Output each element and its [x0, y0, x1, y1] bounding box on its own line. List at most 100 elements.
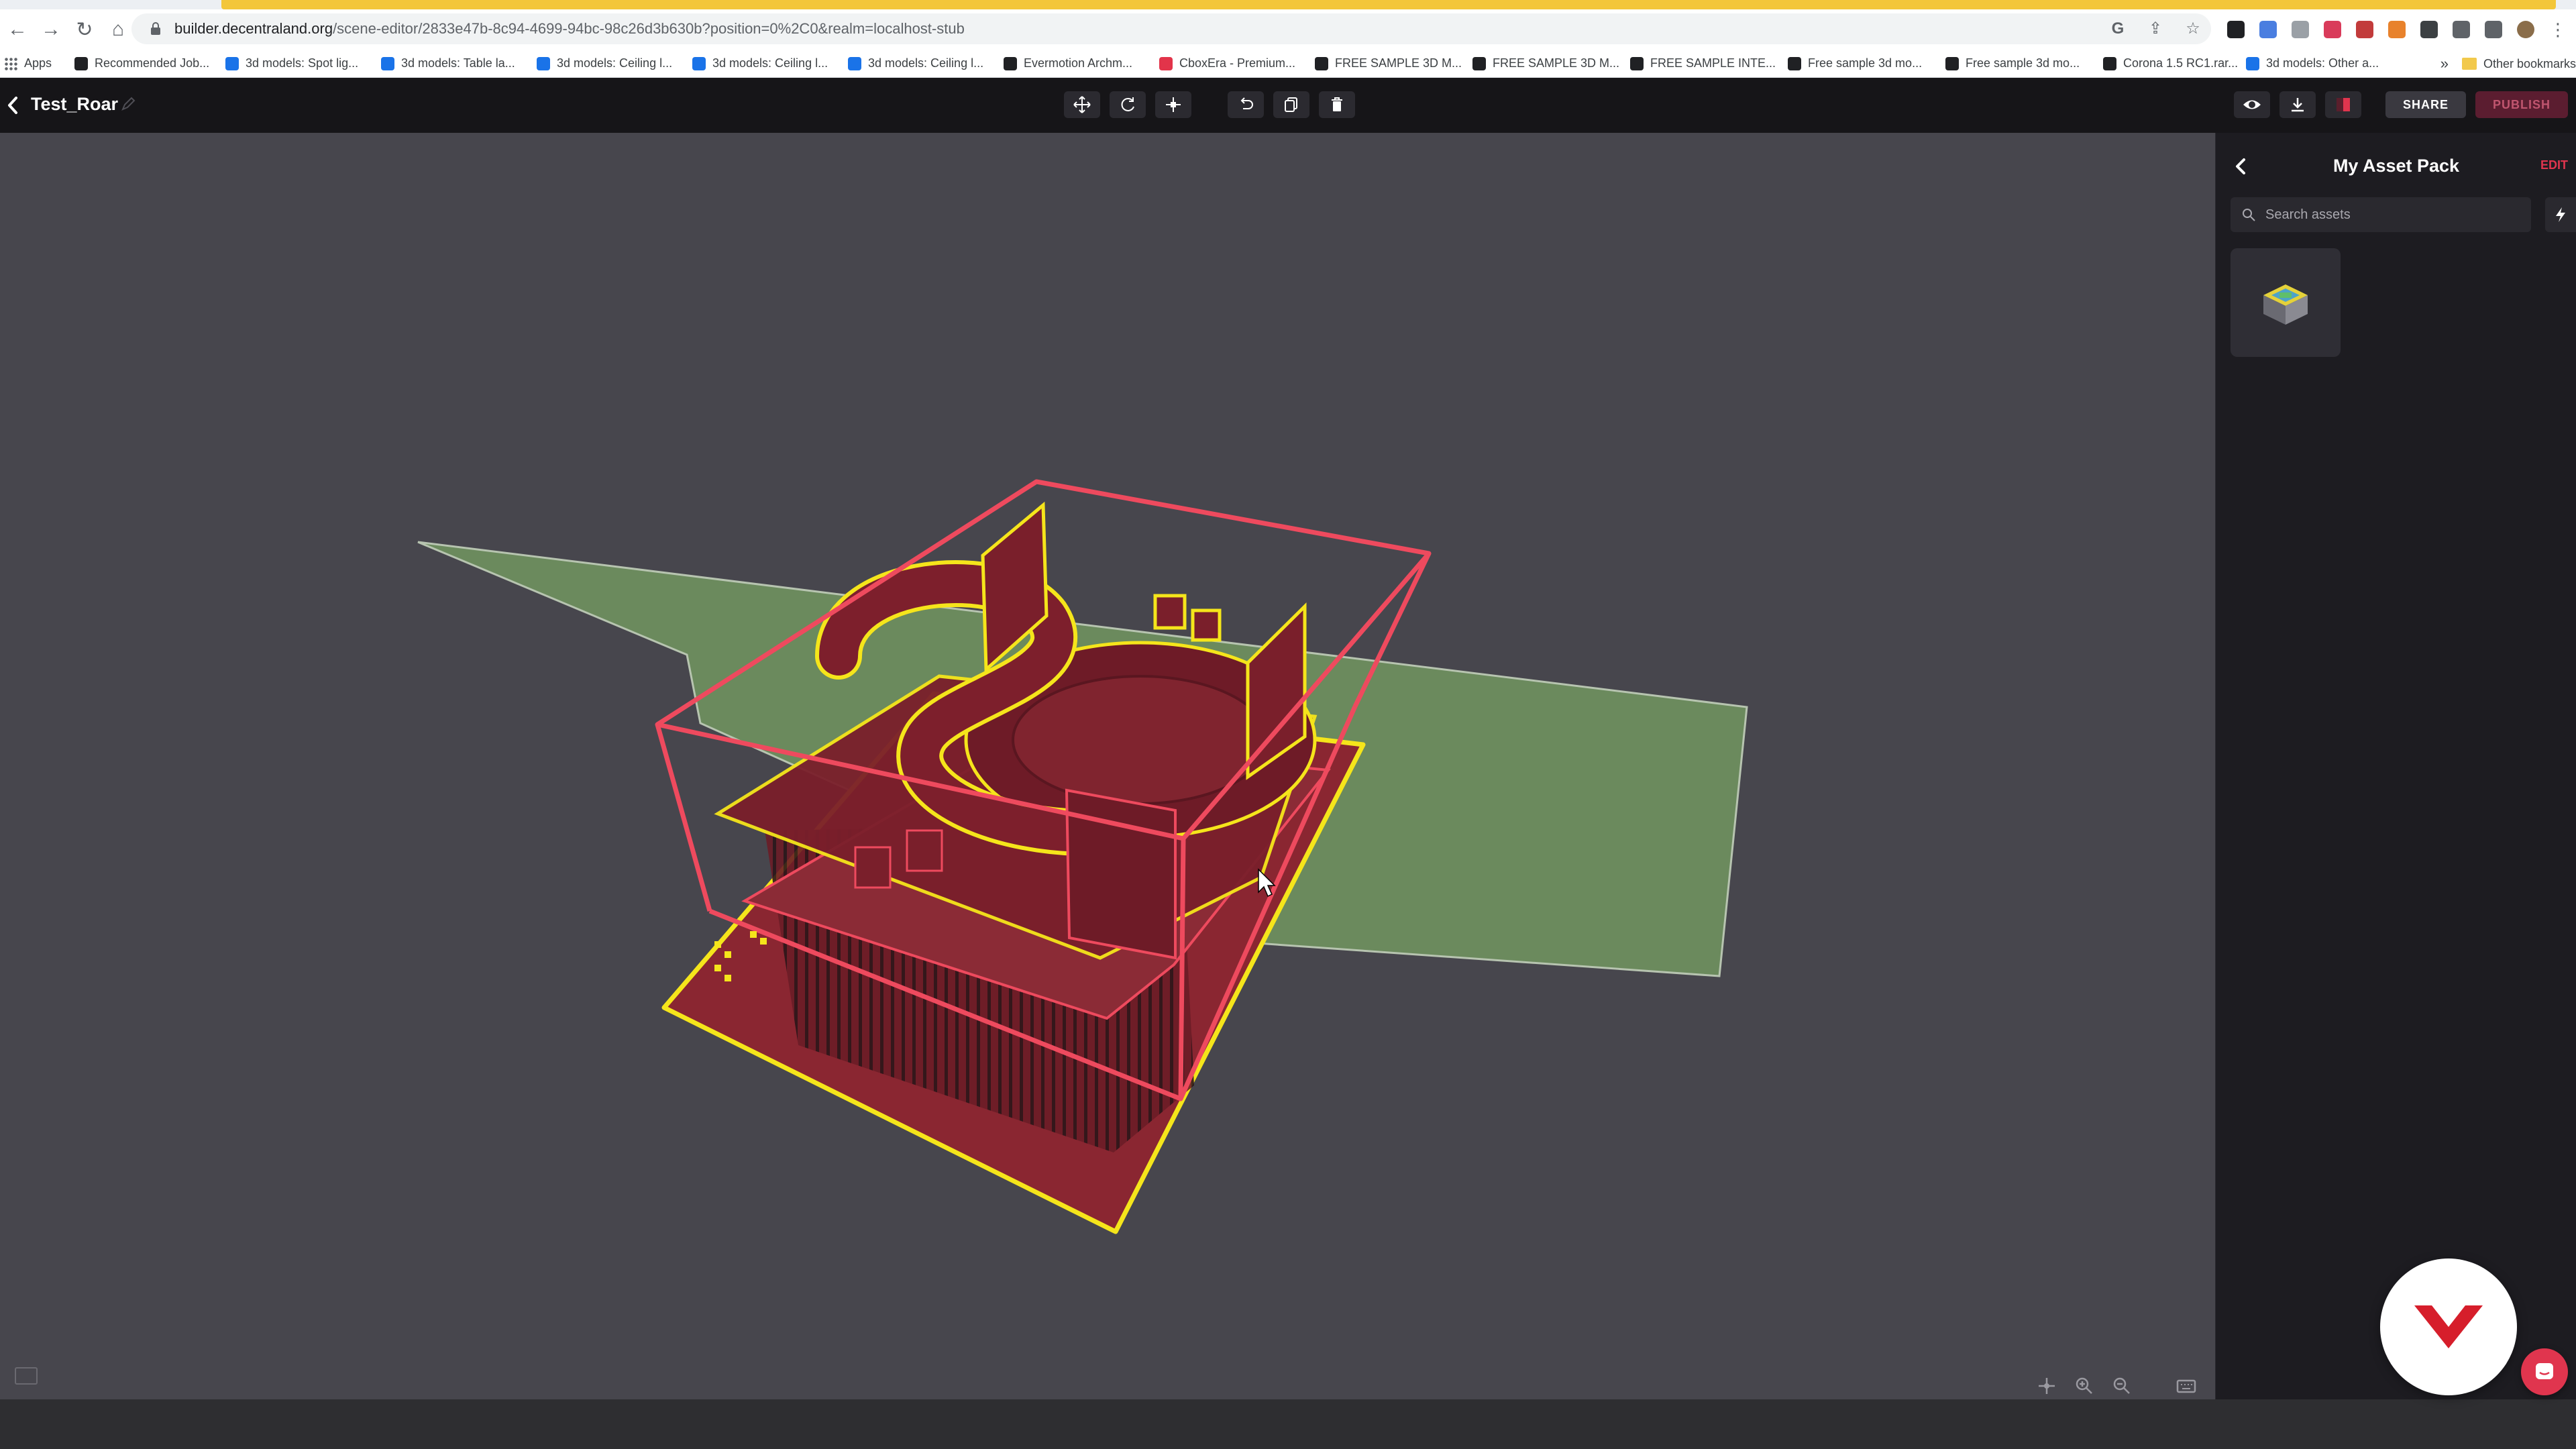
kebab-menu-icon[interactable]: ⋮ [2549, 21, 2567, 38]
google-icon[interactable]: G [2109, 20, 2127, 38]
extension-icon[interactable] [2292, 21, 2309, 38]
extension-icon[interactable] [2420, 21, 2438, 38]
bookmark-item[interactable]: 3d models: Ceiling l... [848, 50, 1004, 78]
scene-canvas[interactable] [0, 133, 2215, 1399]
bookmark-item[interactable]: 3d models: Spot lig... [225, 50, 381, 78]
bookmark-item[interactable]: Free sample 3d mo... [1788, 50, 1945, 78]
address-bar[interactable]: builder.decentraland.org/scene-editor/28… [131, 13, 2211, 44]
url-text[interactable]: builder.decentraland.org/scene-editor/28… [174, 20, 965, 38]
bookmark-item[interactable]: CboxEra - Premium... [1159, 50, 1315, 78]
bookmark-item[interactable]: FREE SAMPLE INTE... [1630, 50, 1788, 78]
preview-button[interactable] [2233, 91, 2270, 118]
reload-icon[interactable]: ↻ [68, 13, 101, 46]
chat-button[interactable] [2521, 1348, 2568, 1395]
undo-button[interactable] [1228, 91, 1264, 118]
profile-avatar[interactable] [2517, 21, 2534, 38]
eye-icon [2243, 100, 2261, 109]
crate[interactable] [906, 829, 943, 872]
keyboard-icon[interactable] [2176, 1376, 2196, 1396]
move-tool-button[interactable] [1064, 91, 1100, 118]
bookmark-favicon-icon [2246, 56, 2259, 70]
edit-pack-button[interactable]: EDIT [2540, 158, 2568, 172]
undo-icon [1240, 97, 1253, 109]
share-page-icon[interactable]: ⇪ [2147, 20, 2164, 38]
bookmark-item[interactable]: 3d models: Ceiling l... [692, 50, 848, 78]
side-panel-icon[interactable] [2485, 21, 2502, 38]
bookmark-label: 3d models: Spot lig... [246, 56, 359, 70]
bookmark-label: 3d models: Ceiling l... [712, 56, 828, 70]
publish-button[interactable]: PUBLISH [2475, 91, 2568, 118]
browser-tab-strip [0, 0, 2576, 9]
bookmarks-overflow-button[interactable]: » [2440, 50, 2449, 78]
chat-icon [2536, 1363, 2553, 1379]
bookmark-label: Corona 1.5 RC1.rar... [2123, 56, 2239, 70]
bookmark-label: Apps [24, 56, 52, 70]
active-tab[interactable] [221, 0, 2556, 9]
bottom-strip [0, 1399, 2576, 1449]
extension-icon[interactable] [2356, 21, 2373, 38]
viewport-shortcut-icon[interactable] [15, 1367, 38, 1385]
download-icon [2291, 98, 2304, 112]
search-box[interactable] [2231, 197, 2531, 232]
bookmark-item[interactable]: Recommended Job... [74, 50, 225, 78]
scene-title[interactable]: Test_Roar [31, 94, 118, 115]
extension-icon[interactable] [2324, 21, 2341, 38]
bookmark-item[interactable]: FREE SAMPLE 3D M... [1472, 50, 1630, 78]
lock-icon[interactable] [142, 22, 169, 36]
asset-thumbnail[interactable] [2231, 248, 2341, 357]
bookmark-label: 3d models: Ceiling l... [557, 56, 673, 70]
bookmark-label: FREE SAMPLE 3D M... [1493, 56, 1620, 70]
rotate-tool-button[interactable] [1110, 91, 1146, 118]
bookmark-label: FREE SAMPLE INTE... [1650, 56, 1776, 70]
extension-icon[interactable] [2388, 21, 2406, 38]
bookmark-label: FREE SAMPLE 3D M... [1335, 56, 1462, 70]
zoom-out-icon[interactable] [2112, 1376, 2132, 1396]
back-icon[interactable]: ← [1, 13, 34, 46]
duplicate-button[interactable] [1273, 91, 1309, 118]
reset-camera-icon[interactable] [2037, 1376, 2057, 1396]
bookmark-item[interactable]: 3d models: Ceiling l... [537, 50, 692, 78]
search-input[interactable] [2265, 207, 2520, 223]
bookmark-star-icon[interactable]: ☆ [2184, 20, 2202, 38]
bookmark-item[interactable]: Corona 1.5 RC1.rar... [2103, 50, 2246, 78]
translate-icon[interactable] [2259, 21, 2277, 38]
scene-viewport[interactable] [0, 133, 2215, 1399]
scale-icon [1166, 97, 1181, 112]
bookmark-favicon-icon [1945, 56, 1959, 70]
forward-icon[interactable]: → [35, 13, 67, 46]
download-button[interactable] [2279, 91, 2316, 118]
other-bookmarks-folder[interactable]: Other bookmarks [2461, 50, 2576, 78]
share-button[interactable]: SHARE [2385, 91, 2466, 118]
panel-title: My Asset Pack [2332, 156, 2460, 176]
bookmark-label: 3d models: Table la... [401, 56, 515, 70]
zoom-in-icon[interactable] [2074, 1376, 2094, 1396]
bookmark-favicon-icon [225, 56, 239, 70]
delete-button[interactable] [1319, 91, 1355, 118]
bookmark-label: Recommended Job... [95, 56, 210, 70]
back-arrow-icon[interactable] [1, 93, 25, 118]
viewport-controls [2037, 1374, 2196, 1398]
puzzle-icon[interactable] [2453, 21, 2470, 38]
bookmark-label: Free sample 3d mo... [1966, 56, 2080, 70]
bookmarks-bar: Apps Recommended Job... 3d models: Spot li… [0, 50, 2576, 78]
other-bookmarks-label: Other bookmarks [2483, 56, 2576, 70]
bookmark-item[interactable]: 3d models: Table la... [381, 50, 537, 78]
sidebar-toggle-button[interactable] [2324, 91, 2361, 118]
top-box[interactable] [1153, 594, 1187, 630]
scale-tool-button[interactable] [1155, 91, 1191, 118]
bookmark-favicon-icon [74, 56, 88, 70]
bookmark-item[interactable]: 3d models: Other a... [2246, 50, 2400, 78]
bookmark-item[interactable]: Free sample 3d mo... [1945, 50, 2103, 78]
sidebar-icon [2336, 98, 2350, 111]
extension-icon[interactable] [2227, 21, 2245, 38]
crate[interactable] [854, 846, 892, 889]
bookmark-item[interactable]: Evermotion Archm... [1004, 50, 1159, 78]
filter-button[interactable] [2545, 197, 2576, 232]
bookmark-apps[interactable]: Apps [4, 50, 74, 78]
pencil-icon[interactable] [119, 95, 137, 113]
bookmark-label: Free sample 3d mo... [1808, 56, 1923, 70]
bookmark-item[interactable]: FREE SAMPLE 3D M... [1315, 50, 1472, 78]
rotate-icon [1121, 97, 1134, 111]
top-box[interactable] [1191, 608, 1222, 642]
home-icon[interactable]: ⌂ [102, 13, 134, 46]
